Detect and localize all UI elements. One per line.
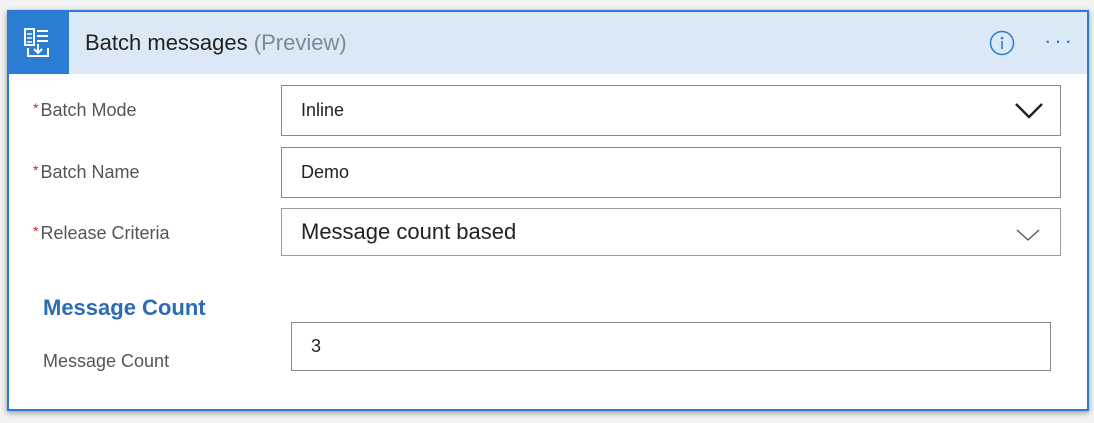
batch-messages-icon — [9, 12, 69, 74]
title-text: Batch messages — [85, 30, 248, 55]
card-header[interactable]: Batch messages (Preview) ··· — [9, 12, 1087, 74]
release-criteria-label: * Release Criteria — [33, 223, 170, 243]
batch-name-input[interactable]: Demo — [281, 147, 1061, 198]
release-criteria-value: Message count based — [301, 219, 517, 244]
message-count-value: 3 — [311, 336, 322, 356]
message-count-input[interactable]: 3 — [291, 322, 1051, 371]
message-count-section-title: Message Count — [43, 295, 206, 320]
more-options-icon[interactable]: ··· — [1044, 28, 1075, 54]
message-count-label: Message Count — [43, 351, 170, 371]
batch-name-value: Demo — [301, 162, 350, 182]
batch-name-label: * Batch Name — [33, 162, 140, 182]
chevron-down-icon — [1015, 103, 1043, 119]
chevron-down-icon — [1016, 229, 1040, 241]
required-marker: * — [33, 162, 39, 178]
release-criteria-select[interactable]: Message count based — [281, 208, 1061, 256]
required-marker: * — [33, 100, 39, 116]
card-title: Batch messages (Preview) — [85, 30, 347, 56]
batch-mode-label: * Batch Mode — [33, 100, 137, 120]
batch-mode-select[interactable]: Inline — [281, 85, 1061, 136]
batch-messages-card: Batch messages (Preview) ··· * Batch Mode… — [7, 10, 1089, 411]
batch-mode-value: Inline — [301, 100, 345, 120]
info-icon[interactable] — [989, 30, 1015, 61]
required-marker: * — [33, 223, 39, 239]
title-preview-suffix: (Preview) — [253, 30, 347, 55]
